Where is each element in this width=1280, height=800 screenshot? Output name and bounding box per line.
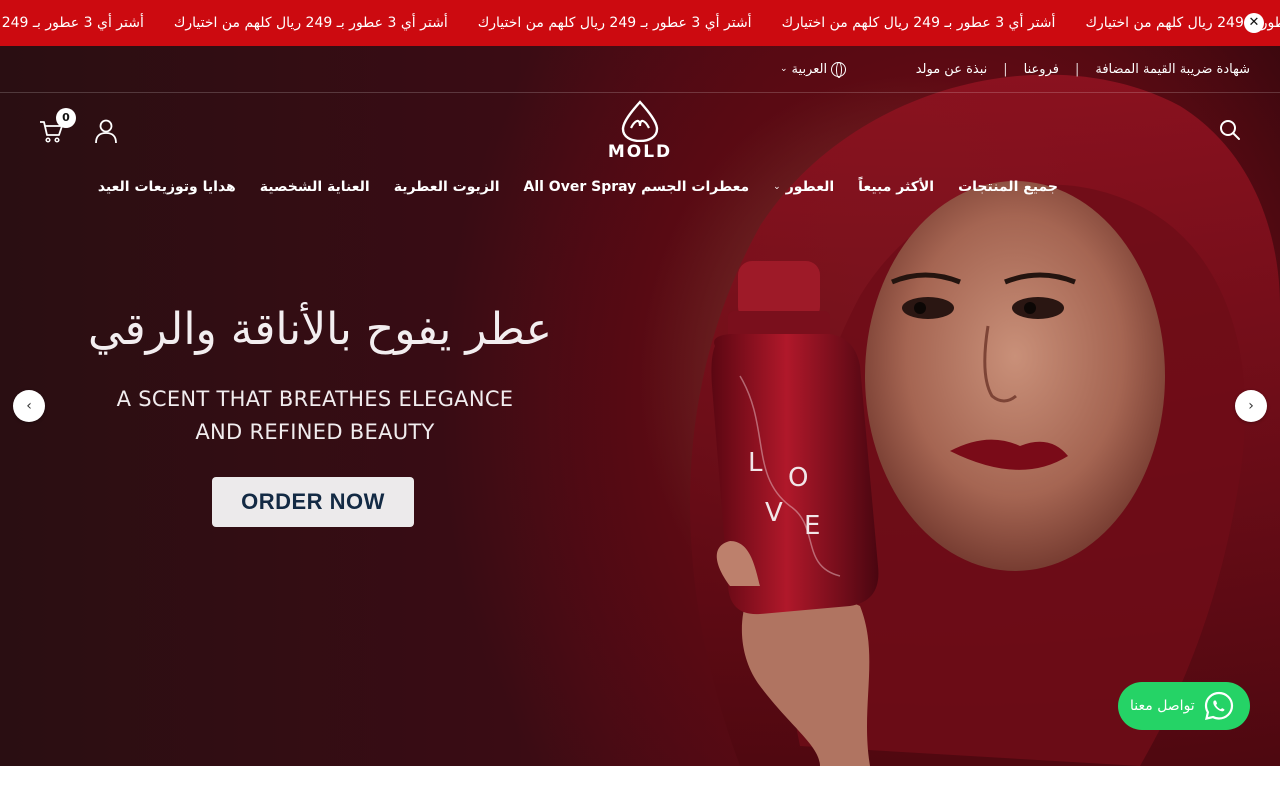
chevron-down-icon: ⌄ [780,64,788,74]
whatsapp-label: تواصل معنا [1130,698,1195,714]
whatsapp-icon [1204,691,1233,720]
nav-label: هدايا وتوزيعات العيد [97,179,236,195]
announcement-bar: أشتر أي 3 عطور بـ 249 ريال كلهم من اختيا… [0,0,1280,46]
vat-certificate-link[interactable]: شهادة ضريبة القيمة المضافة [1095,62,1250,77]
globe-icon [831,61,847,78]
nav-item-best-sellers[interactable]: الأكثر مبيعاً [858,179,934,195]
nav-item-eid-gifts[interactable]: هدايا وتوزيعات العيد [98,179,236,195]
hero-banner: L O V E نبذة عن مولد | فروعنا | شهادة ضر… [0,46,1280,766]
nav-item-perfume-oils[interactable]: الزيوت العطرية [394,179,500,195]
hero-image: L O V E [690,74,1280,766]
utility-bar: نبذة عن مولد | فروعنا | شهادة ضريبة القي… [0,46,1280,93]
nav-label: العناية الشخصية [259,179,370,195]
hero-title: عطر يفوح بالأناقة والرقي [87,304,553,355]
chevron-down-icon: ⌄ [773,182,781,192]
bottle-letter: L [748,448,763,478]
nav-label: الأكثر مبيعاً [858,179,935,195]
nav-item-personal-care[interactable]: العناية الشخصية [260,179,370,195]
nav-item-all-products[interactable]: جميع المنتجات [958,179,1058,195]
logo-text: MOLD [607,142,673,162]
announcement-text: أشتر أي 3 عطور بـ 249 ريال كلهم من اختيا… [477,15,752,31]
nav-label: الزيوت العطرية [393,179,500,195]
logo-mark-icon [621,100,659,143]
whatsapp-contact-button[interactable]: تواصل معنا [1118,682,1250,730]
hero-subtitle-line: AND REFINED BEAUTY [195,420,435,444]
announcement-text: أشتر أي 3 عطور بـ 249 ريال كلهم من اختيا… [0,15,144,31]
hero-subtitle-line: A SCENT THAT BREATHES ELEGANCE [116,387,514,411]
announcement-track: أشتر أي 3 عطور بـ 249 ريال كلهم من اختيا… [0,0,1280,46]
bottle-letter: O [788,463,808,493]
slider-next-button[interactable]: › [1235,390,1267,422]
logo[interactable]: MOLD [603,100,677,162]
language-label: العربية [791,61,828,77]
branches-link[interactable]: فروعنا [1024,62,1059,77]
language-selector[interactable]: ⌄ العربية [780,59,847,79]
hero-subtitle: A SCENT THAT BREATHES ELEGANCE AND REFIN… [70,383,560,449]
nav-label: معطرات الجسم All Over Spray [523,179,750,195]
utility-links: نبذة عن مولد | فروعنا | شهادة ضريبة القي… [916,46,1250,93]
nav-item-perfumes[interactable]: العطور ⌄ [773,179,834,195]
search-icon[interactable] [1218,118,1242,142]
slider-prev-button[interactable]: ‹ [13,390,45,422]
user-icon[interactable] [94,118,118,144]
announcement-text: أشتر أي 3 عطور بـ 249 ريال كلهم من اختيا… [781,15,1056,31]
bottle-letter: E [804,511,820,541]
cart-count-badge: 0 [56,108,76,128]
bottle-letter: V [765,498,783,528]
nav-label: جميع المنتجات [958,179,1058,195]
close-announcement-button[interactable]: ✕ [1244,13,1264,33]
separator: | [1074,62,1080,77]
nav-label: العطور [785,179,835,195]
announcement-text: أشتر أي 3 عطور بـ 249 ريال كلهم من اختيا… [173,15,448,31]
nav-item-body-sprays[interactable]: معطرات الجسم All Over Spray [524,179,750,195]
about-link[interactable]: نبذة عن مولد [916,62,988,77]
separator: | [1003,62,1008,77]
main-nav: جميع المنتجات الأكثر مبيعاً العطور ⌄ معطر… [98,174,1058,200]
order-now-button[interactable]: ORDER NOW [212,477,414,527]
